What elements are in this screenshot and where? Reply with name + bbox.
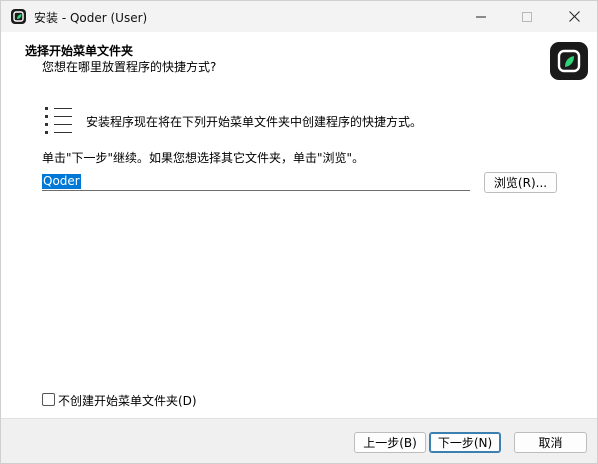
window-title: 安装 - Qoder (User): [34, 11, 148, 25]
no-folder-checkbox[interactable]: [42, 393, 55, 406]
installer-window: 安装 - Qoder (User) 选择开始菜单文件夹 您想在哪里放置程序的快捷…: [0, 0, 598, 464]
start-menu-folder-icon: [45, 107, 72, 134]
maximize-icon: [522, 11, 532, 22]
wizard-header: 选择开始菜单文件夹 您想在哪里放置程序的快捷方式?: [1, 32, 597, 88]
folder-input-value: Qoder: [42, 174, 81, 189]
page-title: 选择开始菜单文件夹: [25, 44, 134, 58]
title-bar: 安装 - Qoder (User): [1, 1, 597, 32]
start-menu-folder-input[interactable]: Qoder: [42, 173, 470, 191]
qoder-app-icon: [11, 9, 26, 24]
browse-button[interactable]: 浏览(R)...: [484, 172, 557, 193]
qoder-logo: [550, 42, 588, 80]
hint-text: 单击"下一步"继续。如果您想选择其它文件夹，单击"浏览"。: [42, 151, 365, 165]
back-button[interactable]: 上一步(B): [354, 432, 426, 453]
next-button[interactable]: 下一步(N): [429, 432, 501, 453]
close-icon: [568, 11, 580, 22]
minimize-icon: [476, 16, 486, 17]
minimize-button[interactable]: [458, 1, 504, 32]
description-text: 安装程序现在将在下列开始菜单文件夹中创建程序的快捷方式。: [86, 115, 423, 129]
no-folder-checkbox-label[interactable]: 不创建开始菜单文件夹(D): [58, 392, 197, 409]
page-subtitle: 您想在哪里放置程序的快捷方式?: [42, 60, 217, 74]
cancel-button[interactable]: 取消: [514, 432, 587, 453]
close-button[interactable]: [551, 1, 597, 32]
wizard-footer: [1, 419, 597, 463]
maximize-button[interactable]: [504, 1, 550, 32]
